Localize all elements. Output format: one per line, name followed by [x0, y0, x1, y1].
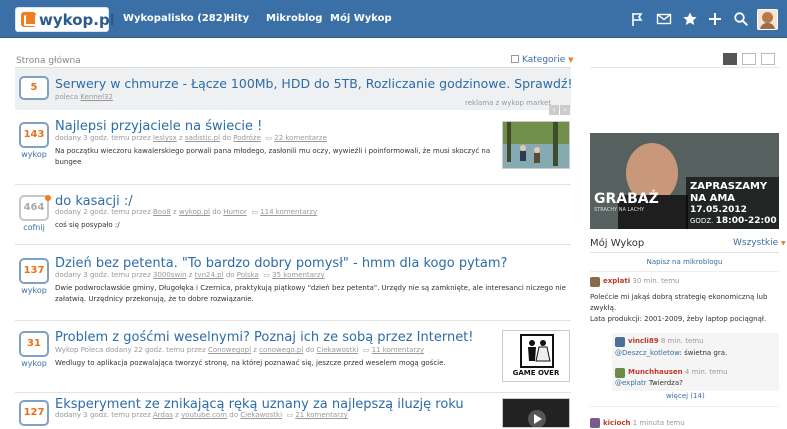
divider	[15, 320, 571, 321]
ad-meta: poleca Kennel32	[55, 93, 113, 101]
reply-text: @Deszcz_kotletow: świetna gra.	[615, 349, 728, 357]
ad-title[interactable]: Serwery w chmurze - Łącze 100Mb, HDD do …	[55, 76, 573, 91]
banner-line2: NA AMA	[690, 193, 736, 204]
vote-count: 31	[19, 331, 49, 357]
post-title[interactable]: Najlepsi przyjaciele na świecie !	[55, 119, 262, 134]
avatar[interactable]	[615, 368, 625, 378]
vote-count: 137	[19, 258, 49, 284]
post-meta: dodany 3 godz. temu przez 3000swin z tvn…	[55, 271, 325, 279]
wykop-button[interactable]: wykop	[19, 150, 49, 159]
search-icon[interactable]	[733, 11, 749, 27]
post-meta: dodany 2 godz. temu przez Boo8 z wykop.p…	[55, 208, 318, 216]
avatar[interactable]	[590, 418, 600, 428]
ad-footer[interactable]: reklama z wykop market	[465, 99, 551, 107]
flag-icon[interactable]	[630, 11, 646, 27]
banner-brand: GRABAŻ	[594, 191, 659, 207]
nav-moj-wykop[interactable]: Mój Wykop	[330, 13, 392, 24]
logo-text: wykop.pl	[39, 11, 115, 29]
post-thumbnail[interactable]	[502, 121, 570, 169]
post-description: Wedlugy to aplikacja pozwalająca tworzyć…	[55, 359, 446, 367]
divider	[590, 67, 780, 68]
divider	[590, 406, 779, 407]
entry-text: Lata produkcji: 2001-2009, żeby laptop p…	[590, 315, 767, 323]
ama-banner[interactable]: GRABAŻ STRACHY NA LACHY ZAPRASZAMY NA AM…	[590, 133, 779, 229]
post-meta: Wykop Poleca dodany 22 godz. temu przez …	[55, 346, 425, 354]
cofnij-button[interactable]: cofnij	[19, 223, 49, 232]
top-bar: wykop.pl Wykopalisko (282) Hity Mikroblo…	[0, 0, 787, 38]
checkbox-icon	[511, 55, 519, 63]
nav-mikroblog[interactable]: Mikroblog	[266, 13, 322, 24]
caret-down-icon: ▼	[780, 240, 786, 247]
post-title[interactable]: Dzień bez petenta. "To bardzo dobry pomy…	[55, 256, 507, 271]
post-title[interactable]: Eksperyment ze znikającą ręką uznany za …	[55, 397, 464, 412]
divider	[590, 271, 779, 272]
divider	[15, 392, 571, 393]
banner-time: GODZ. 18:00-22:00	[690, 216, 777, 226]
entry-header: kicioch 1 minuta temu	[603, 419, 685, 427]
forest-photo-icon	[503, 122, 569, 168]
plus-icon[interactable]	[707, 11, 723, 27]
post-title[interactable]: do kasacji :/	[55, 194, 133, 209]
grid-view-icon[interactable]	[761, 53, 775, 65]
user-avatar[interactable]	[757, 9, 778, 30]
wykop-button[interactable]: wykop	[19, 359, 49, 368]
compact-view-icon[interactable]	[742, 53, 756, 65]
reply-header: Munchhausen 4 min. temu	[628, 368, 728, 376]
divider	[15, 184, 571, 185]
ad-nav: ‹ ›	[548, 97, 570, 116]
thumb-caption: GAME OVER	[512, 369, 560, 377]
divider	[15, 244, 571, 245]
post-title[interactable]: Problem z gośćmi weselnymi? Poznaj ich z…	[55, 330, 474, 345]
caret-down-icon: ▼	[568, 56, 574, 64]
banner-date: 17.05.2012	[690, 205, 747, 215]
nav-wykopalisko[interactable]: Wykopalisko (282)	[123, 13, 227, 24]
banner-line1: ZAPRASZAMY	[690, 181, 768, 192]
wykop-button[interactable]: wykop	[19, 286, 49, 295]
post-thumbnail[interactable]	[502, 398, 570, 428]
wiecej-link[interactable]: więcej (14)	[666, 391, 705, 402]
reply-header: vincli89 8 min. temu	[628, 337, 704, 345]
post-description: coś się posypało :/	[55, 221, 120, 229]
post-description: Dwie podwrocławskie gminy, Długołęka i C…	[55, 284, 566, 303]
post-thumbnail[interactable]: GAME OVER	[502, 330, 570, 382]
new-dot-icon	[45, 195, 51, 201]
next-arrow-icon[interactable]: ›	[560, 105, 570, 115]
napisz-link[interactable]: Napisz na mikroblogu	[590, 258, 779, 266]
video-play-icon	[528, 410, 546, 427]
nav-hity[interactable]: Hity	[226, 13, 249, 24]
sidebar-title: Mój Wykop	[590, 238, 645, 249]
reply-text: @explatr Twierdza?	[615, 379, 683, 387]
star-icon[interactable]	[682, 11, 698, 27]
vote-count: 143	[19, 122, 49, 148]
wszystkie-dropdown[interactable]: Wszystkie ▼	[733, 238, 786, 248]
post-description: Na początku wieczoru kawalerskiego porwa…	[55, 147, 491, 166]
vote-count[interactable]: 5	[19, 76, 49, 100]
kategorie-label: Kategorie	[522, 55, 566, 65]
wykop-logo[interactable]: wykop.pl	[15, 7, 115, 32]
list-view-icon[interactable]	[723, 53, 737, 65]
logo-mark-icon	[21, 12, 37, 27]
vote-count: 127	[19, 400, 49, 426]
prev-arrow-icon[interactable]: ‹	[549, 105, 559, 115]
breadcrumb: Strona główna	[16, 56, 81, 66]
post-meta: dodany 3 godz. temu przez Ardas z youtub…	[55, 411, 348, 419]
entry-header: explati 30 min. temu	[603, 277, 680, 285]
wedding-couple-icon	[520, 334, 554, 368]
post-meta: dodany 3 godz. temu przez leslysx z sadi…	[55, 134, 327, 142]
entry-text: Polećcie mi jakąś dobrą strategię ekonom…	[590, 293, 768, 312]
divider	[590, 252, 779, 253]
mail-icon[interactable]	[656, 11, 672, 27]
kategorie-dropdown[interactable]: Kategorie ▼	[511, 55, 574, 65]
banner-brand-sub: STRACHY NA LACHY	[594, 207, 645, 213]
avatar[interactable]	[590, 277, 600, 287]
avatar[interactable]	[615, 337, 625, 347]
